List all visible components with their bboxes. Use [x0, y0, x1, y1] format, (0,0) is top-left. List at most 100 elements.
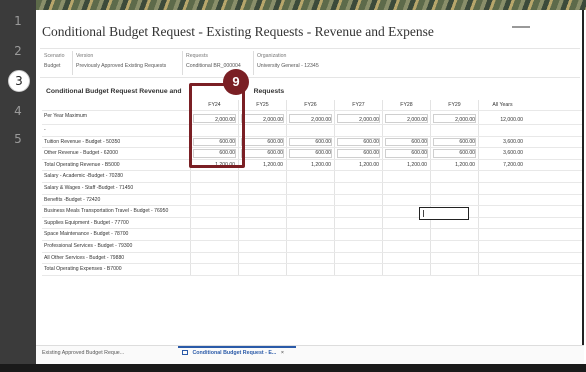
grid-header-row: FY24 FY25 FY26 FY27 FY28 FY29 All Years — [42, 100, 582, 111]
grid-cell[interactable] — [430, 171, 478, 182]
grid-cell[interactable] — [286, 229, 334, 240]
grid-cell[interactable]: 600.00 — [286, 148, 334, 159]
tab-existing-approved[interactable]: Existing Approved Budget Reque... — [42, 350, 124, 356]
step-4[interactable]: 4 — [0, 104, 36, 118]
grid-cell[interactable]: 2,000.00 — [334, 111, 382, 124]
grid-cell[interactable] — [238, 171, 286, 182]
grid-cell[interactable]: 600.00 — [430, 148, 478, 159]
pov-requests[interactable]: Requests Conditional BR_000004 — [186, 51, 241, 71]
grid-cell[interactable] — [478, 252, 526, 264]
grid-cell[interactable] — [238, 264, 286, 275]
grid-cell[interactable] — [334, 206, 382, 217]
grid-cell[interactable] — [382, 229, 430, 240]
grid-cell[interactable] — [238, 206, 286, 217]
grid-cell[interactable] — [238, 182, 286, 194]
grid-cell[interactable]: 2,000.00 — [286, 111, 334, 124]
pov-divider — [253, 51, 254, 75]
grid-cell[interactable] — [286, 194, 334, 206]
column-header: FY26 — [286, 100, 334, 110]
grid-cell[interactable] — [334, 240, 382, 252]
close-icon[interactable]: × — [281, 350, 284, 356]
selected-cell[interactable] — [419, 207, 469, 220]
grid-cell[interactable] — [382, 182, 430, 194]
pov-scenario[interactable]: Scenario Budget — [44, 51, 64, 71]
grid-cell[interactable] — [286, 171, 334, 182]
step-2[interactable]: 2 — [0, 44, 36, 58]
grid-cell[interactable]: 2,000.00 — [430, 111, 478, 124]
grid-cell[interactable] — [238, 229, 286, 240]
grid-cell[interactable] — [430, 252, 478, 264]
grid-cell[interactable] — [286, 182, 334, 194]
grid-cell[interactable] — [334, 182, 382, 194]
grid-cell[interactable] — [334, 229, 382, 240]
grid-cell[interactable]: 600.00 — [286, 136, 334, 148]
grid-cell[interactable] — [190, 240, 238, 252]
grid-cell[interactable] — [478, 171, 526, 182]
grid-cell[interactable] — [382, 240, 430, 252]
pov-organization[interactable]: Organization University General - 12345 — [257, 51, 319, 71]
step-1[interactable]: 1 — [0, 14, 36, 28]
pov-version[interactable]: Version Previously Approved Existing Req… — [76, 51, 166, 71]
grid-cell[interactable] — [382, 252, 430, 264]
grid-cell[interactable] — [478, 217, 526, 229]
grid-cell[interactable] — [478, 264, 526, 275]
step-3-active[interactable]: 3 — [8, 70, 30, 92]
grid-cell[interactable] — [286, 264, 334, 275]
grid-cell[interactable]: 2,000.00 — [238, 111, 286, 124]
grid-cell[interactable]: 600.00 — [382, 148, 430, 159]
grid-cell[interactable] — [190, 217, 238, 229]
grid-cell[interactable] — [430, 240, 478, 252]
grid-cell[interactable] — [382, 171, 430, 182]
grid-cell[interactable] — [238, 217, 286, 229]
grid-cell[interactable] — [478, 182, 526, 194]
grid-cell[interactable] — [334, 217, 382, 229]
grid-cell[interactable] — [190, 206, 238, 217]
grid-cell[interactable] — [430, 264, 478, 275]
grid-cell[interactable]: 600.00 — [382, 136, 430, 148]
grid-cell[interactable] — [190, 229, 238, 240]
grid-cell[interactable] — [430, 182, 478, 194]
grid-cell[interactable] — [478, 229, 526, 240]
grid-cell[interactable] — [190, 252, 238, 264]
tab-conditional-budget-request[interactable]: Conditional Budget Request - E... × — [182, 350, 284, 356]
grid-cell[interactable] — [190, 171, 238, 182]
grid-cell[interactable] — [286, 240, 334, 252]
grid-cell[interactable] — [478, 206, 526, 217]
grid-cell[interactable]: 600.00 — [334, 136, 382, 148]
grid-cell[interactable] — [286, 252, 334, 264]
row-label: Per Year Maximum — [44, 113, 88, 119]
grid-cell[interactable] — [334, 171, 382, 182]
cell-value: 7,200.00 — [503, 161, 523, 168]
grid-cell[interactable] — [190, 264, 238, 275]
grid-cell[interactable] — [238, 252, 286, 264]
grid-cell[interactable] — [190, 182, 238, 194]
grid-cell[interactable] — [286, 206, 334, 217]
grid-cell[interactable]: 600.00 — [334, 148, 382, 159]
row-label: Benefits -Budget - 72420 — [44, 196, 101, 203]
grid-cell[interactable]: 2,000.00 — [382, 111, 430, 124]
grid-cell[interactable] — [286, 217, 334, 229]
step-rail: 1 2 3 4 5 — [0, 0, 36, 372]
grid-cell[interactable]: 600.00 — [430, 136, 478, 148]
cell-value: 2,000.00 — [455, 117, 475, 123]
grid-cell[interactable] — [238, 194, 286, 206]
grid-cell[interactable] — [238, 240, 286, 252]
grid-cell: 7,200.00 — [478, 159, 526, 171]
grid-cell[interactable] — [190, 194, 238, 206]
grid-cell[interactable] — [430, 194, 478, 206]
pov-divider — [182, 51, 183, 75]
grid-cell[interactable]: 600.00 — [238, 136, 286, 148]
grid-cell[interactable] — [382, 194, 430, 206]
drag-handle[interactable] — [512, 26, 530, 28]
grid-cell[interactable] — [334, 264, 382, 275]
grid-cell[interactable] — [478, 240, 526, 252]
step-5[interactable]: 5 — [0, 132, 36, 146]
grid-cell[interactable] — [334, 194, 382, 206]
grid-cell[interactable] — [334, 252, 382, 264]
grid-cell[interactable] — [430, 229, 478, 240]
cell-value: 600.00 — [459, 138, 475, 145]
grid-cell[interactable] — [478, 194, 526, 206]
pov-scenario-value: Budget — [44, 63, 61, 69]
grid-cell[interactable] — [382, 264, 430, 275]
grid-cell[interactable]: 600.00 — [238, 148, 286, 159]
